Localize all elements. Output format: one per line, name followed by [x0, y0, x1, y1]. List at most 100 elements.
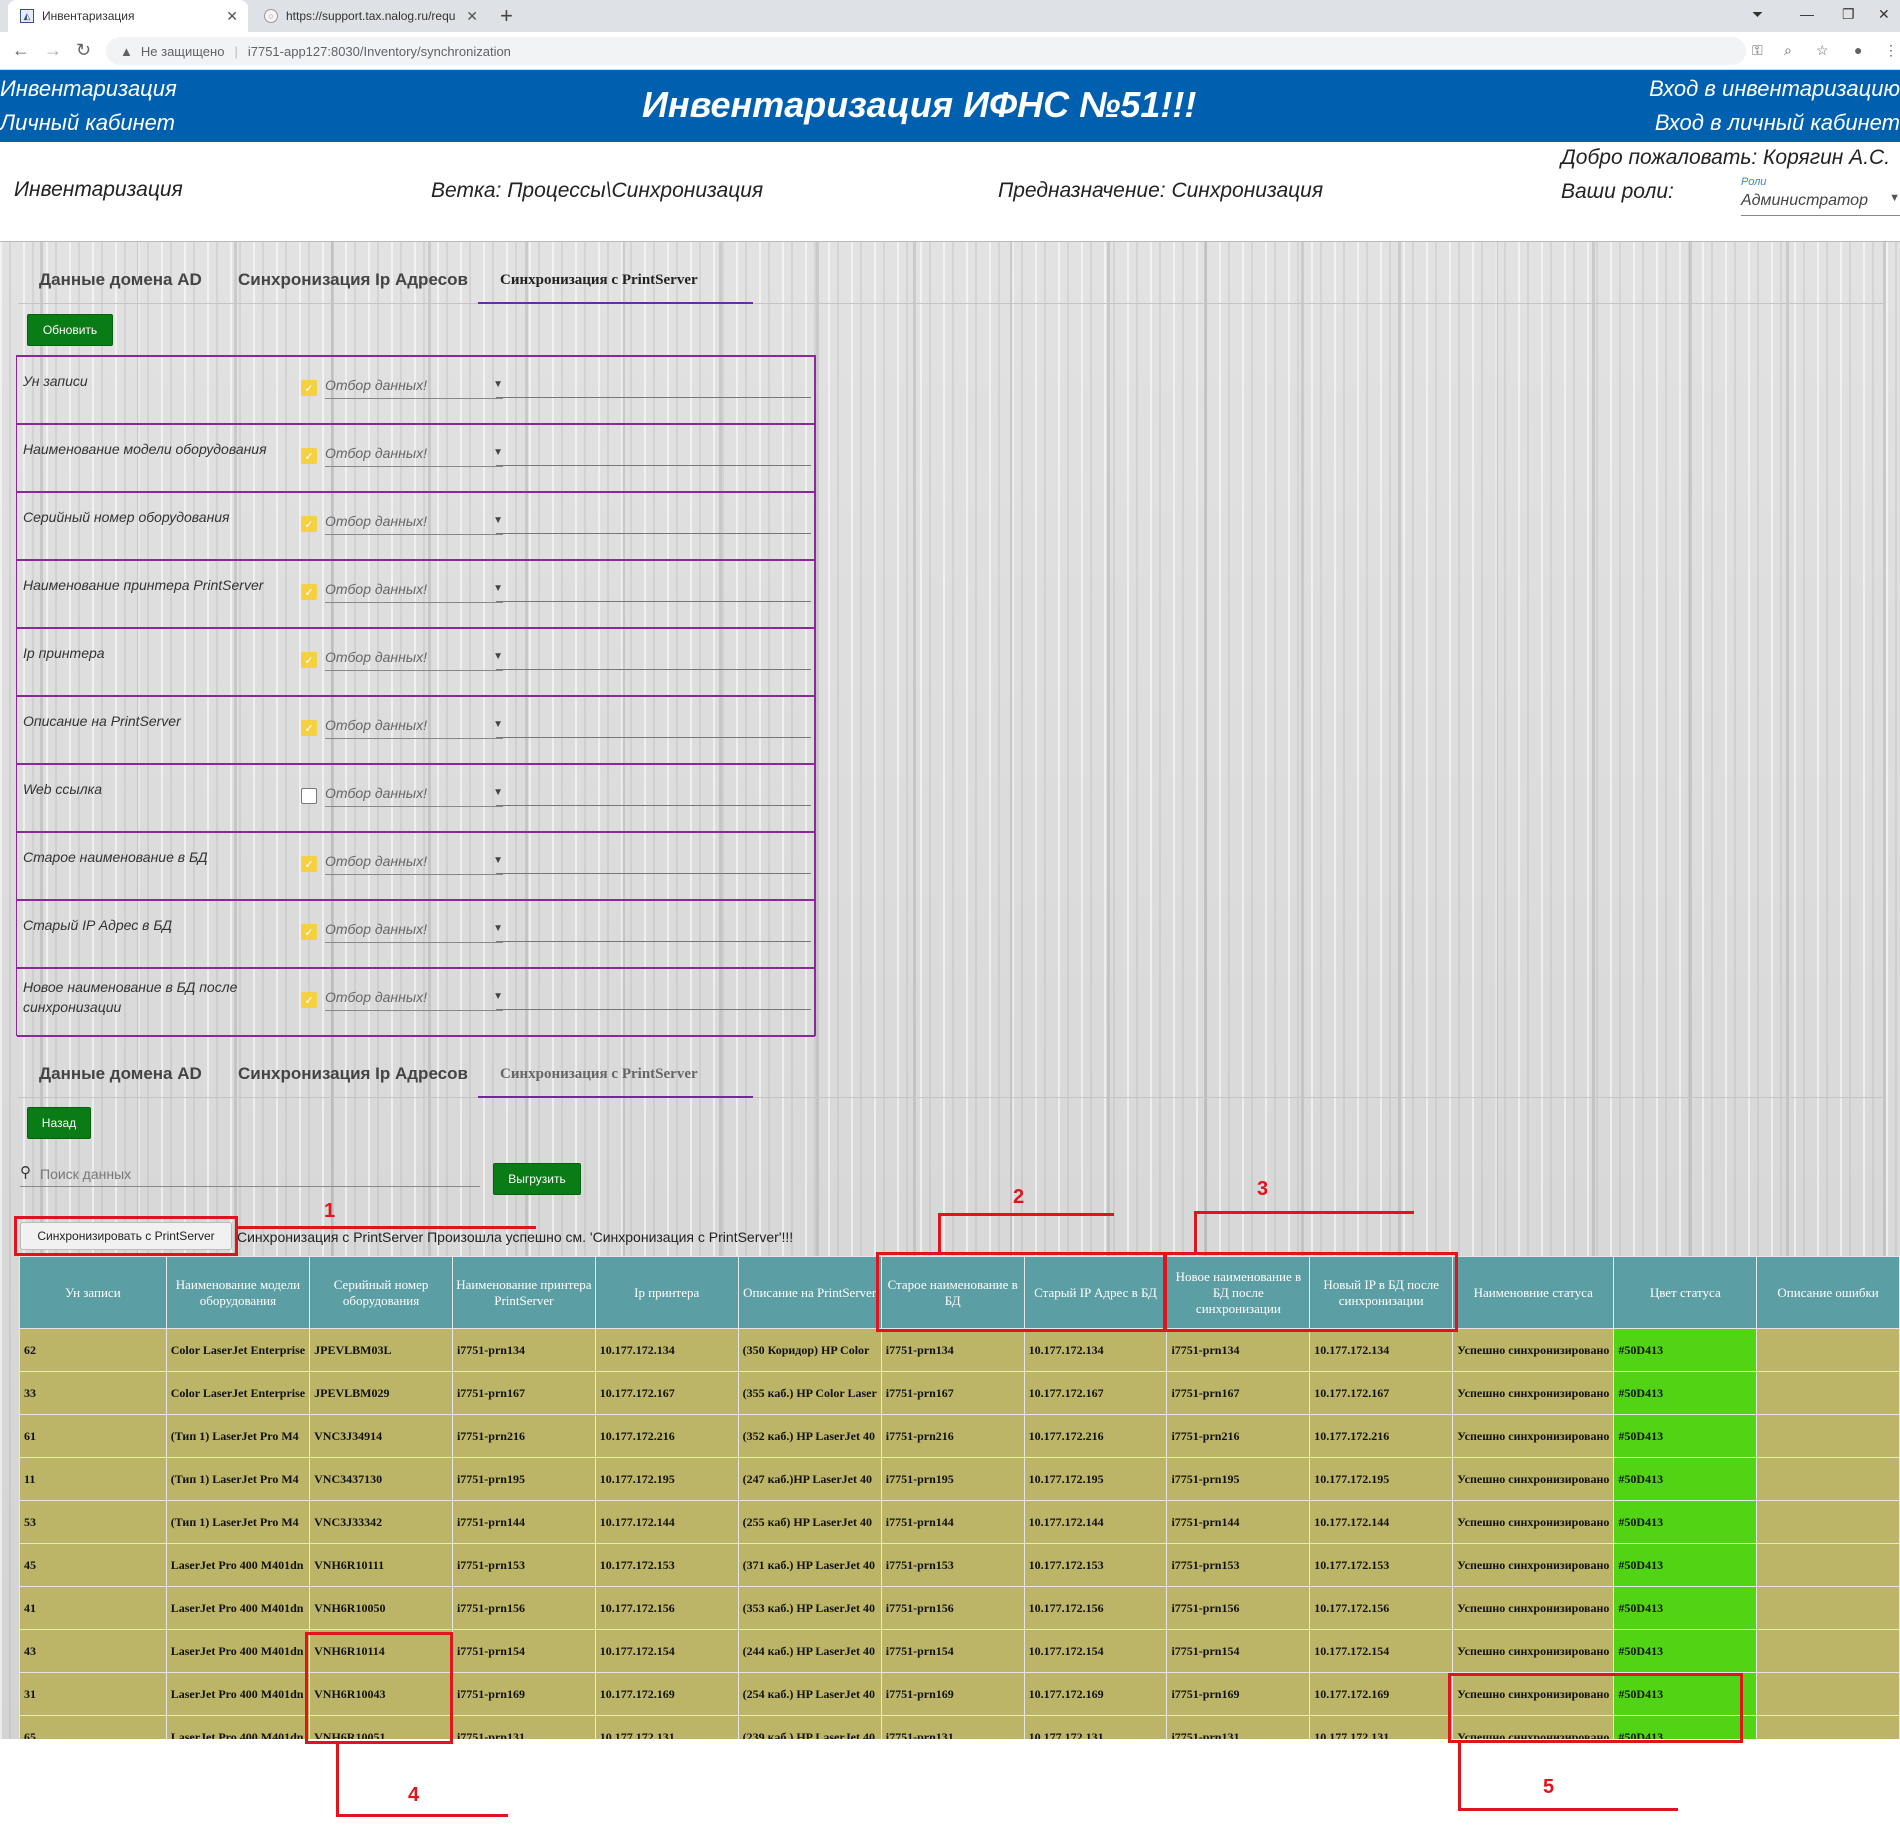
annotation-number-2: 2 [1013, 1186, 1025, 1208]
filter-value-input[interactable] [496, 601, 811, 602]
checkbox-checked-icon[interactable]: ✓ [301, 516, 317, 532]
table-cell: i7751-prn216 [880, 1414, 1025, 1458]
table-row[interactable]: 45 LaserJet Pro 400 M401dn VNH6R10111 i7751… [19, 1543, 1900, 1587]
column-header[interactable]: Описание ошибки [1756, 1256, 1900, 1329]
column-header[interactable]: Ун записи [19, 1256, 167, 1329]
close-window-icon[interactable]: ✕ [1878, 6, 1890, 23]
roles-select[interactable]: Администратор ▼ [1741, 192, 1900, 216]
table-cell: 10.177.172.167 [1309, 1371, 1454, 1415]
column-header[interactable]: Наименование модели оборудования [165, 1256, 311, 1329]
filter-mode-select[interactable]: Отбор данных! ▼ [325, 649, 503, 671]
table-cell [1756, 1672, 1900, 1716]
table-cell: (355 каб.) HP Color Laser [737, 1371, 882, 1415]
minimize-icon[interactable]: — [1800, 6, 1814, 22]
filter-mode-select[interactable]: Отбор данных! ▼ [325, 377, 503, 399]
new-tab-icon[interactable]: + [500, 3, 513, 29]
table-row[interactable]: 41 LaserJet Pro 400 M401dn VNH6R10050 i7751… [19, 1586, 1900, 1630]
checkbox-checked-icon[interactable]: ✓ [301, 448, 317, 464]
browser-tab-active[interactable]: ◭ Инвентаризация ✕ [8, 0, 248, 32]
back-button[interactable]: Назад [27, 1107, 91, 1139]
filter-mode-select[interactable]: Отбор данных! ▼ [325, 581, 503, 603]
tab-ip-sync[interactable]: Синхронизация Ip Адресов [238, 1064, 468, 1084]
reload-icon[interactable]: ↻ [76, 40, 91, 61]
filter-mode-select[interactable]: Отбор данных! ▼ [325, 513, 503, 535]
filter-mode-select[interactable]: Отбор данных! ▼ [325, 717, 503, 739]
forward-arrow-icon[interactable]: → [44, 40, 62, 61]
tab-ad-domain[interactable]: Данные домена AD [39, 270, 202, 290]
nav-link-inventory[interactable]: Инвентаризация [0, 76, 177, 102]
table-cell: 10.177.172.167 [594, 1371, 739, 1415]
tab-ip-sync[interactable]: Синхронизация Ip Адресов [238, 270, 468, 290]
login-cabinet-link[interactable]: Вход в личный кабинет [1655, 110, 1900, 136]
back-arrow-icon[interactable]: ← [12, 40, 30, 61]
close-tab-icon[interactable]: ✕ [226, 8, 238, 25]
browser-tab[interactable]: ○ https://support.tax.nalog.ru/requ ✕ [252, 0, 488, 32]
close-tab-icon[interactable]: ✕ [466, 8, 478, 25]
table-cell: 41 [19, 1586, 167, 1630]
filter-value-input[interactable] [496, 669, 811, 670]
filter-mode-select[interactable]: Отбор данных! ▼ [325, 785, 503, 807]
tab-printserver-sync[interactable]: Синхронизация с PrintServer [500, 1066, 698, 1083]
address-bar[interactable]: ▲ Не защищено | i7751-app127:8030/Invent… [106, 37, 1746, 65]
column-header[interactable]: Серийный номер оборудования [309, 1256, 453, 1329]
star-icon[interactable]: ☆ [1816, 42, 1829, 59]
table-row[interactable]: 53 (Тип 1) LaserJet Pro M4 VNC3J33342 i7751… [19, 1500, 1900, 1544]
checkbox-checked-icon[interactable]: ✓ [301, 720, 317, 736]
table-row[interactable]: 11 (Тип 1) LaserJet Pro M4 VNC3437130 i7751… [19, 1457, 1900, 1501]
checkbox-checked-icon[interactable]: ✓ [301, 584, 317, 600]
filter-value-input[interactable] [496, 465, 811, 466]
tab-search-icon[interactable]: ⏷ [1752, 6, 1763, 23]
table-cell [1756, 1414, 1900, 1458]
menu-icon[interactable]: ⋮ [1884, 42, 1898, 59]
table-cell: 10.177.172.154 [594, 1629, 739, 1673]
refresh-button[interactable]: Обновить [27, 314, 113, 346]
filter-mode-select[interactable]: Отбор данных! ▼ [325, 921, 503, 943]
filter-value-input[interactable] [496, 941, 811, 942]
filter-value-input[interactable] [496, 1009, 811, 1010]
filter-value-input[interactable] [496, 873, 811, 874]
column-header[interactable]: Наименование принтера PrintServer [451, 1256, 596, 1329]
column-header[interactable]: Цвет статуса [1613, 1256, 1758, 1329]
table-cell: i7751-prn134 [451, 1328, 596, 1372]
column-header[interactable]: Описание на PrintServer [737, 1256, 882, 1329]
checkbox-checked-icon[interactable]: ✓ [301, 924, 317, 940]
checkbox-checked-icon[interactable]: ✓ [301, 652, 317, 668]
tab-ad-domain[interactable]: Данные домена AD [39, 1064, 202, 1084]
checkbox-unchecked-icon[interactable] [301, 788, 317, 804]
login-inventory-link[interactable]: Вход в инвентаризацию [1649, 76, 1900, 102]
table-row[interactable]: 43 LaserJet Pro 400 M401dn VNH6R10114 i7751… [19, 1629, 1900, 1673]
search-input[interactable]: ⚲ Поиск данных [20, 1163, 480, 1187]
filter-mode-select[interactable]: Отбор данных! ▼ [325, 445, 503, 467]
export-button[interactable]: Выгрузить [493, 1163, 581, 1195]
restore-icon[interactable]: ❐ [1842, 6, 1855, 23]
filter-mode-select[interactable]: Отбор данных! ▼ [325, 989, 503, 1011]
table-cell: i7751-prn134 [1166, 1328, 1311, 1372]
table-cell: 10.177.172.156 [1023, 1586, 1168, 1630]
tab-printserver-sync[interactable]: Синхронизация с PrintServer [500, 272, 698, 289]
column-header[interactable]: Наименовние статуса [1452, 1256, 1615, 1329]
checkbox-checked-icon[interactable]: ✓ [301, 992, 317, 1008]
key-icon[interactable]: ⚿ [1752, 42, 1763, 59]
checkbox-checked-icon[interactable]: ✓ [301, 380, 317, 396]
table-cell [1756, 1500, 1900, 1544]
filter-value-input[interactable] [496, 397, 811, 398]
table-row[interactable]: 61 (Тип 1) LaserJet Pro M4 VNC3J34914 i7751… [19, 1414, 1900, 1458]
table-row[interactable]: 62 Color LaserJet Enterprise JPEVLBM03L i77… [19, 1328, 1900, 1372]
page-bottom-area [0, 1739, 1900, 1842]
column-header[interactable]: Ip принтера [594, 1256, 739, 1329]
app-header: Инвентаризация Личный кабинет Инвентариз… [0, 70, 1900, 142]
table-cell: i7751-prn153 [451, 1543, 596, 1587]
table-cell: (247 каб.)HP LaserJet 40 [737, 1457, 882, 1501]
table-cell: LaserJet Pro 400 M401dn [165, 1629, 311, 1673]
filter-value-input[interactable] [496, 805, 811, 806]
zoom-icon[interactable]: ⌕ [1784, 42, 1792, 59]
chevron-down-icon: ▼ [493, 991, 503, 1002]
profile-icon[interactable]: ● [1854, 42, 1862, 58]
checkbox-checked-icon[interactable]: ✓ [301, 856, 317, 872]
nav-link-cabinet[interactable]: Личный кабинет [0, 110, 175, 136]
filter-value-input[interactable] [496, 533, 811, 534]
filter-mode-select[interactable]: Отбор данных! ▼ [325, 853, 503, 875]
table-row[interactable]: 33 Color LaserJet Enterprise JPEVLBM029 i77… [19, 1371, 1900, 1415]
filter-value-input[interactable] [496, 737, 811, 738]
table-cell: 10.177.172.195 [1309, 1457, 1454, 1501]
